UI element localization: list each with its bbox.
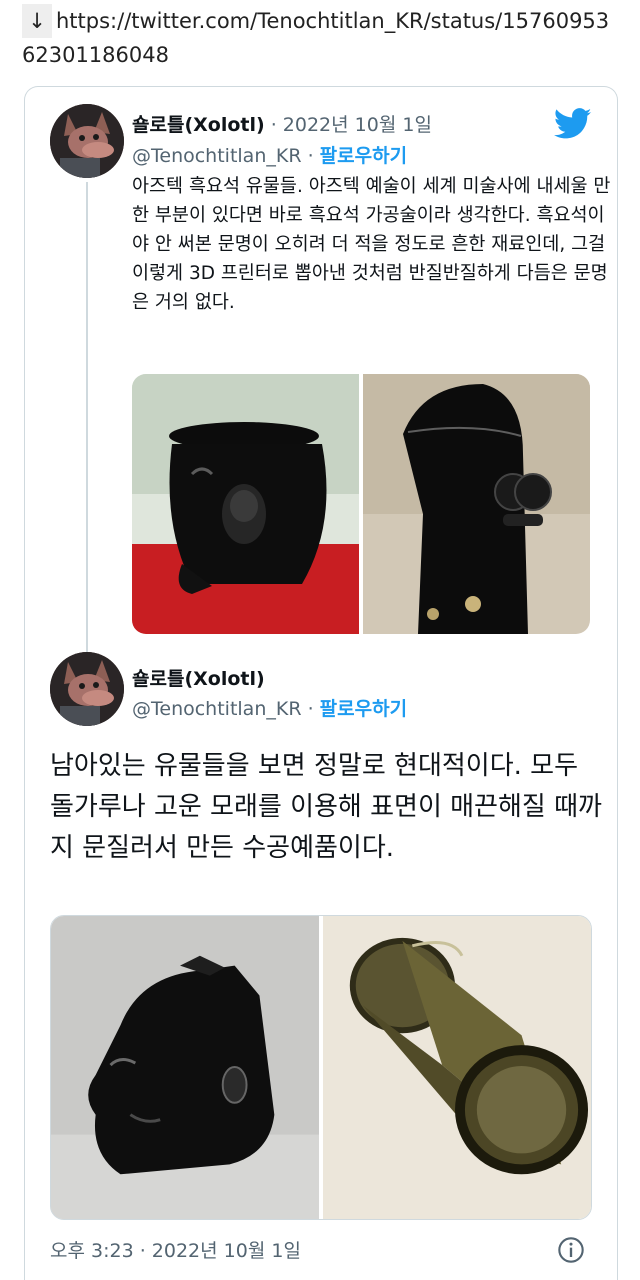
source-url-line: ↓ https://twitter.com/Tenochtitlan_KR/sta… (22, 4, 622, 72)
source-url-link[interactable]: https://twitter.com/Tenochtitlan_KR/stat… (22, 9, 609, 67)
obsidian-jar-photo (132, 374, 359, 634)
obsidian-figure-photo (363, 374, 590, 634)
tweet-photo[interactable] (363, 374, 590, 634)
obsidian-head-photo (51, 916, 319, 1219)
obsidian-cylinder-photo (323, 916, 591, 1219)
follow-button[interactable]: 팔로우하기 (320, 698, 407, 720)
tweet-photo[interactable] (132, 374, 359, 634)
tweet-photo[interactable] (51, 916, 319, 1219)
media-grid (132, 374, 590, 634)
follow-button[interactable]: 팔로우하기 (320, 145, 407, 167)
tweet-timestamp[interactable]: 오후 3:23 · 2022년 10월 1일 (50, 1236, 301, 1263)
twitter-bird-icon[interactable] (554, 108, 592, 140)
fox-avatar-icon (50, 652, 124, 726)
author-handle: @Tenochtitlan_KR · 팔로우하기 (132, 141, 407, 168)
author-name[interactable]: 숄로틀(Xolotl) · 2022년 10월 1일 (132, 110, 432, 137)
author-handle-text: @Tenochtitlan_KR · (132, 145, 320, 167)
avatar[interactable] (50, 652, 124, 726)
down-arrow-icon: ↓ (22, 4, 52, 38)
author-name[interactable]: 숄로틀(Xolotl) (132, 664, 265, 691)
author-name-text: 숄로틀(Xolotl) (132, 114, 265, 136)
tweet-date[interactable]: · 2022년 10월 1일 (265, 114, 432, 136)
thread-connector-line (86, 182, 88, 652)
author-name-text: 숄로틀(Xolotl) (132, 668, 265, 690)
tweet-text: 아즈텍 흑요석 유물들. 아즈텍 예술이 세계 미술사에 내세울 만한 부분이 … (132, 176, 611, 313)
info-icon[interactable] (557, 1236, 585, 1264)
fox-avatar-icon (50, 104, 124, 178)
author-handle: @Tenochtitlan_KR · 팔로우하기 (132, 694, 407, 721)
tweet-photo[interactable] (323, 916, 591, 1219)
author-handle-text: @Tenochtitlan_KR · (132, 698, 320, 720)
avatar[interactable] (50, 104, 124, 178)
tweet-text: 남아있는 유물들을 보면 정말로 현대적이다. 모두 돌가루나 고운 모래를 이… (50, 751, 602, 863)
media-grid (50, 915, 592, 1220)
